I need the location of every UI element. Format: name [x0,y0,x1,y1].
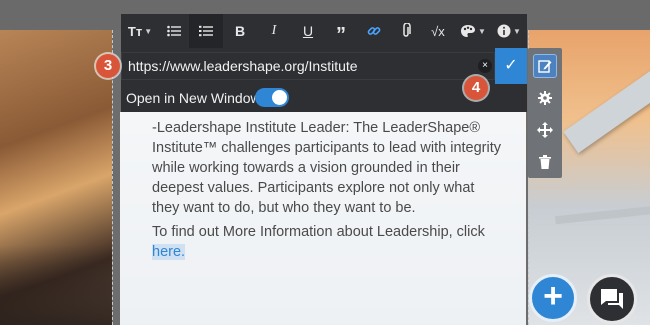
gear-icon [538,91,552,105]
delete-block-button[interactable] [533,150,557,174]
palette-icon [461,25,476,37]
confirm-link-button[interactable]: ✓ [495,48,527,84]
step-3-badge: 3 [96,54,120,78]
paragraph-leadershape: -Leadershape Institute Leader: The Leade… [152,120,501,216]
add-block-button[interactable]: + [529,274,577,322]
text-size-button[interactable]: Tᴛ ▼ [121,14,159,48]
checkmark-icon: ✓ [504,57,518,74]
content-block: -Leadershape Institute Leader: The Leade… [120,112,526,325]
info-icon [497,24,511,38]
link-editor: × ✓ [121,48,527,84]
move-icon [537,122,553,138]
bold-button[interactable]: B [223,14,257,48]
info-button[interactable]: ▼ [491,14,527,48]
chat-button[interactable] [587,274,637,324]
underline-button[interactable]: U [291,14,325,48]
chat-icon [601,289,623,309]
move-block-button[interactable] [533,118,557,142]
toggle-knob [272,90,287,105]
url-input[interactable] [121,52,495,80]
open-new-window-toggle[interactable] [255,88,289,107]
paragraph-more-info: To find out More Information about Leade… [152,222,502,262]
paperclip-icon [403,23,411,37]
here-link[interactable]: here. [152,244,186,260]
trash-icon [539,155,551,169]
italic-button[interactable]: I [257,14,291,48]
numbered-list-button[interactable] [189,14,223,48]
square-root-icon: √x [431,23,445,39]
bold-icon: B [234,23,246,39]
link-button[interactable] [357,14,391,48]
editor-toolbar: Tᴛ ▼ B I U ” √x ▼ ▼ [121,14,527,48]
numbered-list-icon [199,25,213,37]
text-size-icon: Tᴛ [127,23,143,39]
formula-button[interactable]: √x [421,14,455,48]
edit-icon [538,60,552,73]
bulleted-list-button[interactable] [159,14,189,48]
color-button[interactable]: ▼ [455,14,491,48]
chevron-down-icon: ▼ [513,26,521,36]
quote-icon: ” [336,23,346,46]
bulleted-list-icon [167,25,181,37]
close-icon: × [482,60,488,71]
underline-icon: U [302,23,314,39]
more-info-text: To find out More Information about Leade… [152,224,485,240]
italic-icon: I [271,23,277,38]
block-settings-button[interactable] [533,86,557,110]
chevron-down-icon: ▼ [144,26,153,36]
quote-button[interactable]: ” [325,14,357,48]
plus-icon: + [543,277,563,315]
attachment-button[interactable] [391,14,421,48]
edit-block-button[interactable] [533,54,557,78]
clear-url-button[interactable]: × [478,59,492,73]
link-icon [367,27,381,35]
chevron-down-icon: ▼ [478,26,486,36]
step-4-badge: 4 [464,76,488,100]
open-new-window-label: Open in New Window [126,90,261,106]
block-side-toolbar [528,48,562,178]
background-image-left [0,30,112,325]
